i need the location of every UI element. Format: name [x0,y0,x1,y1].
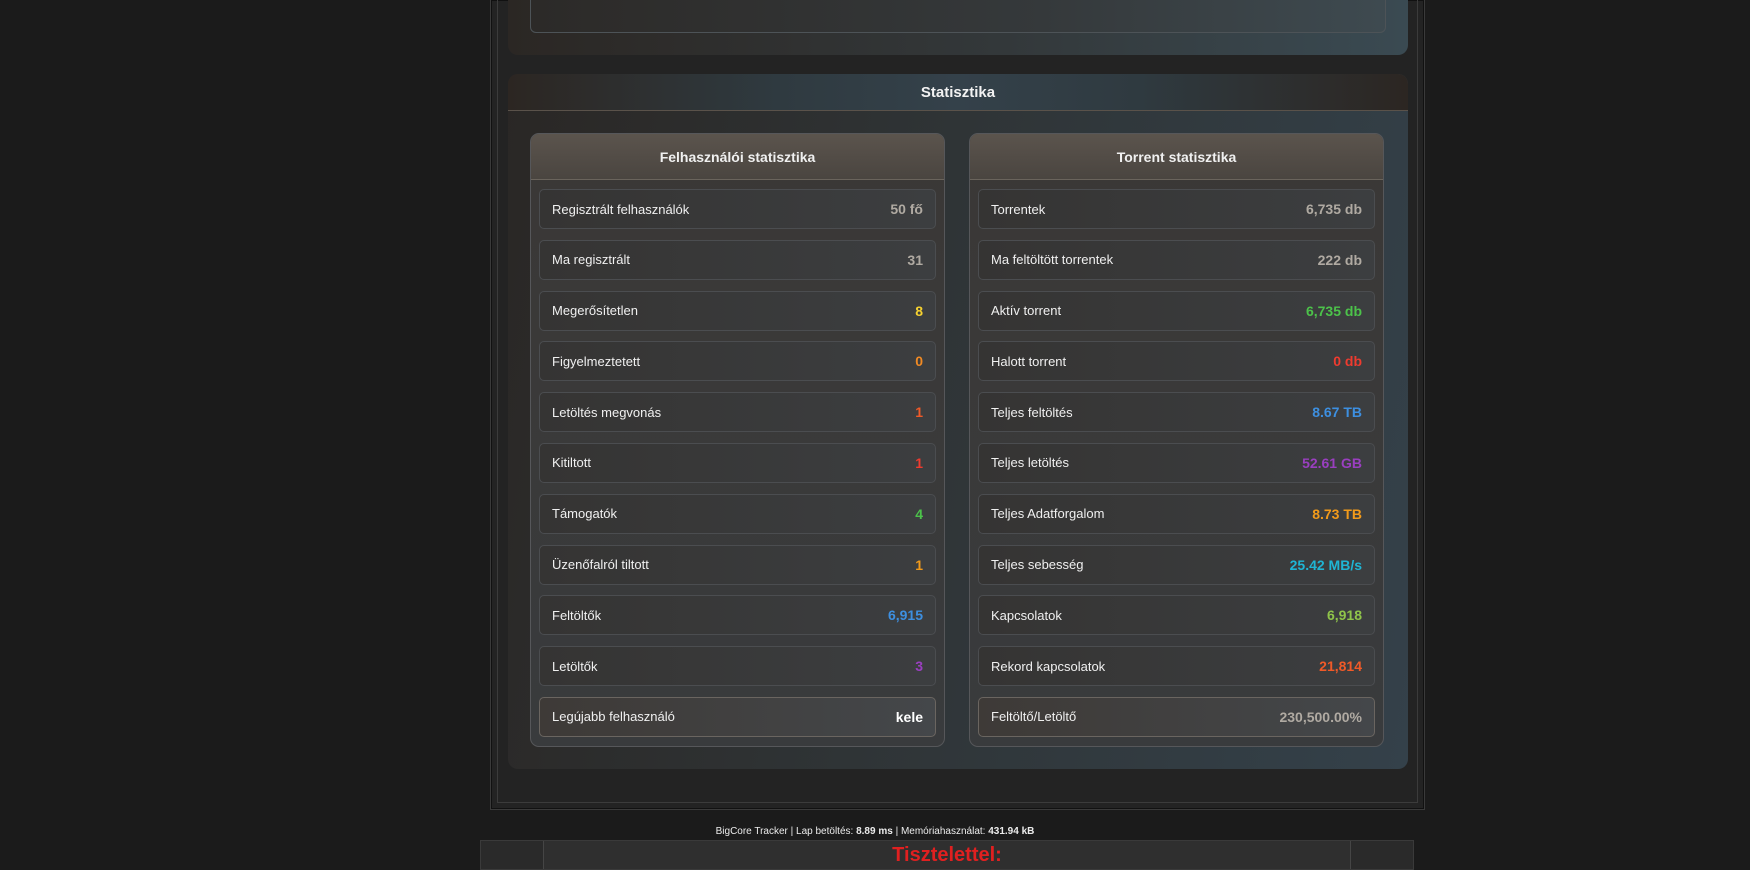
user-statistics-title: Felhasználói statisztika [531,134,944,180]
stat-label: Figyelmeztetett [552,353,641,369]
stat-label: Letöltők [552,658,598,674]
user-statistics-rows: Regisztrált felhasználók 50 fő Ma regisztr… [531,180,944,737]
footer-info: BigCore Tracker | Lap betöltés: 8.89 ms … [0,826,1750,837]
stat-value: 52.61 GB [1302,454,1362,471]
torrent-statistics-title: Torrent statisztika [970,134,1383,180]
footer-load-label: Lap betöltés: [796,826,854,837]
stat-row: Feltöltők 6,915 [539,595,936,636]
stat-row: Teljes feltöltés 8.67 TB [978,392,1375,433]
stat-row: Torrentek 6,735 db [978,189,1375,229]
stat-value: 222 db [1317,251,1362,268]
stat-label: Halott torrent [991,353,1067,369]
stat-value: 8.73 TB [1312,505,1362,522]
torrent-statistics-card: Torrent statisztika Torrentek 6,735 db Ma … [969,133,1384,747]
stat-label: Aktív torrent [991,303,1062,319]
stat-label: Rekord kapcsolatok [991,658,1106,674]
stat-row: Ma feltöltött torrentek 222 db [978,239,1375,280]
stat-value: 230,500.00% [1279,708,1362,725]
stat-label: Kitiltott [552,455,592,471]
stat-row: Támogatók 4 [539,493,936,534]
footer-memory-value: 431.94 kB [988,826,1035,837]
stat-row: Ma regisztrált 31 [539,239,936,280]
footer-load-value: 8.89 ms [856,826,893,837]
stat-value: 6,735 db [1305,302,1362,319]
stat-value: 8.67 TB [1312,404,1362,421]
stat-value: 25.42 MB/s [1289,556,1362,573]
stat-label: Torrentek [991,201,1046,217]
footer-separator: | [790,826,794,837]
stat-value: 8 [915,302,923,319]
stat-value: kele [895,708,923,725]
stat-row: Teljes letöltés 52.61 GB [978,442,1375,483]
stat-value: 6,915 [887,607,923,624]
stat-row: Halott torrent 0 db [978,341,1375,382]
stat-value: 6,735 db [1305,201,1362,217]
stat-row: Teljes Adatforgalom 8.73 TB [978,493,1375,534]
stat-value: 0 [915,353,923,370]
stat-label: Teljes letöltés [991,455,1070,471]
footer-separator: | [895,826,899,837]
previous-panel [508,0,1408,55]
stat-row: Megerősítetlen 8 [539,290,936,331]
torrent-statistics-rows: Torrentek 6,735 db Ma feltöltött torrentek… [970,180,1383,737]
stat-value: 0 db [1333,353,1362,370]
stat-label: Üzenőfalról tiltott [552,557,649,573]
stat-value: 4 [915,505,923,522]
stat-row: Rekord kapcsolatok 21,814 [978,646,1375,687]
stat-label: Megerősítetlen [552,303,638,319]
stat-row: Letöltés megvonás 1 [539,392,936,433]
user-statistics-card: Felhasználói statisztika Regisztrált fel… [530,133,945,747]
stat-label: Teljes sebesség [991,557,1084,573]
stat-row: Feltöltő/Letöltő 230,500.00% [978,696,1375,737]
stat-value: 1 [915,556,923,573]
stat-label: Feltöltők [552,607,602,623]
stat-row: Figyelmeztetett 0 [539,341,936,382]
stat-value: 1 [915,404,923,421]
stat-value: 6,918 [1326,607,1362,624]
stat-label: Támogatók [552,506,618,522]
stat-label: Ma feltöltött torrentek [991,252,1114,268]
footer-site-name: BigCore Tracker [715,826,788,837]
stat-label: Legújabb felhasználó [552,709,675,725]
bottom-banner: Tisztelettel: [543,841,1351,869]
stat-row: Letöltők 3 [539,646,936,687]
bottom-frame: Tisztelettel: [480,840,1414,870]
stat-label: Ma regisztrált [552,252,631,268]
stat-value: 1 [915,454,923,471]
stat-label: Teljes feltöltés [991,404,1073,420]
footer-memory-label: Memóriahasználat: [900,826,986,837]
stat-value: 21,814 [1319,658,1362,675]
stat-row: Kapcsolatok 6,918 [978,595,1375,636]
stat-row: Regisztrált felhasználók 50 fő [539,189,936,229]
stat-value: 50 fő [890,201,923,217]
stat-row: Teljes sebesség 25.42 MB/s [978,544,1375,585]
stat-label: Teljes Adatforgalom [991,506,1105,522]
stat-value: 31 [907,251,923,268]
stat-value: 3 [915,658,923,675]
stat-row: Üzenőfalról tiltott 1 [539,544,936,585]
stat-label: Feltöltő/Letöltő [991,709,1077,725]
previous-panel-inner [530,0,1386,33]
bottom-banner-text: Tisztelettel: [892,844,1002,866]
stat-label: Kapcsolatok [991,607,1062,623]
stat-label: Letöltés megvonás [552,404,662,420]
stat-row: Kitiltott 1 [539,442,936,483]
statistics-title: Statisztika [508,74,1408,111]
stat-row: Aktív torrent 6,735 db [978,290,1375,331]
stat-label: Regisztrált felhasználók [552,201,690,217]
stat-row: Legújabb felhasználó kele [539,696,936,737]
statistics-panel: Statisztika Felhasználói statisztika Reg… [508,74,1408,769]
